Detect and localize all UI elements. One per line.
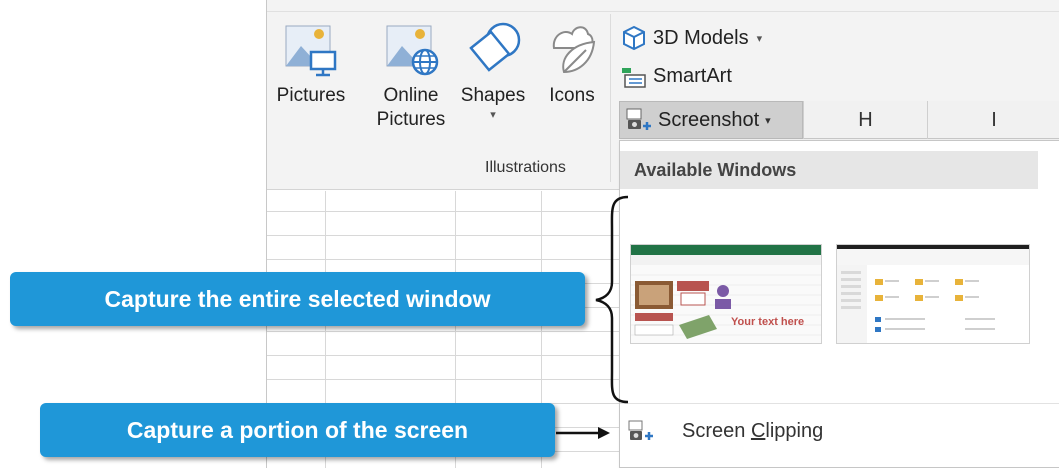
arrow-head bbox=[598, 427, 610, 439]
callout-capture-portion: Capture a portion of the screen bbox=[40, 403, 555, 457]
callout-capture-entire-window: Capture the entire selected window bbox=[10, 272, 585, 326]
bracket-brace bbox=[595, 195, 629, 404]
annotation-overlay bbox=[556, 195, 629, 439]
